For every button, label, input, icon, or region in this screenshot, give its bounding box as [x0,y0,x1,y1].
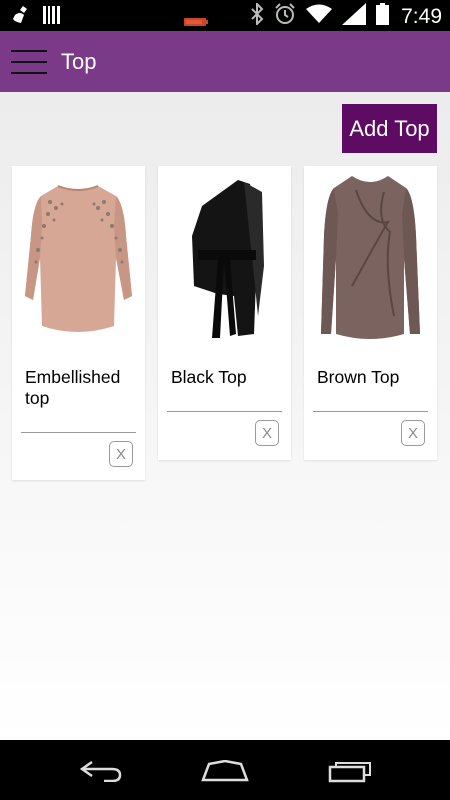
app-bar: Top [0,31,450,92]
item-card[interactable]: Black Top X [158,166,291,460]
wifi-icon [306,4,333,29]
hamburger-icon[interactable] [11,50,47,74]
divider [21,432,136,433]
remove-button[interactable]: X [109,441,133,467]
battery-indicator-icon [184,13,208,31]
item-image [158,166,291,356]
item-card[interactable]: Embellished top X [12,166,145,480]
signal-icon [342,3,367,30]
divider [167,411,282,412]
home-icon[interactable] [201,759,249,787]
status-bar: 7:49 [0,0,450,31]
clock: 7:49 [401,4,442,28]
content-area: Add Top Embellished top X Black Top X Br… [0,92,450,740]
recent-apps-icon[interactable] [328,759,374,788]
page-title: Top [61,49,97,74]
item-image [12,166,145,356]
item-name: Brown Top [317,367,400,387]
bluetooth-icon [250,1,264,30]
barcode-icon [42,5,62,30]
back-icon[interactable] [78,760,122,787]
divider [313,411,428,412]
item-name: Embellished top [25,367,121,408]
battery-icon [376,3,390,30]
navigation-bar [0,740,450,800]
alarm-icon [274,3,296,30]
item-image [304,166,437,356]
item-name: Black Top [171,367,247,387]
remove-button[interactable]: X [255,420,279,446]
remove-button[interactable]: X [401,420,425,446]
item-card[interactable]: Brown Top X [304,166,437,460]
cleaner-icon [12,5,30,30]
add-top-button[interactable]: Add Top [342,104,437,153]
